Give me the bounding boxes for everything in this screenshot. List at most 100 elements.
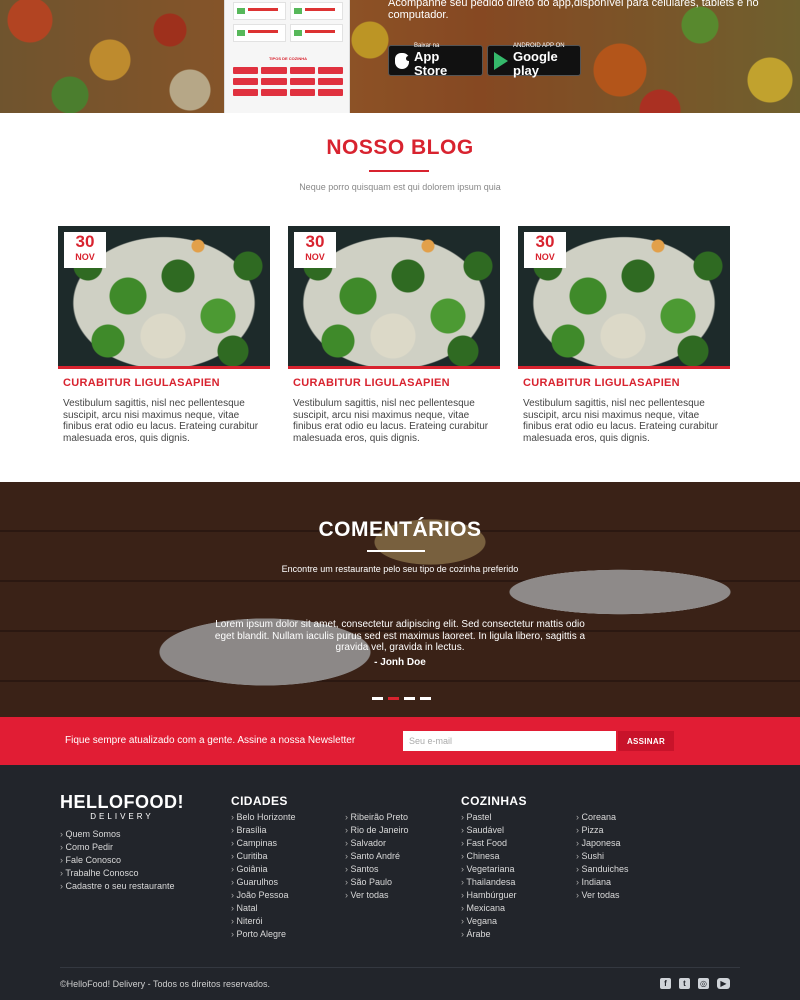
city-link[interactable]: Brasília [231, 824, 296, 837]
phone-tag [261, 89, 287, 96]
testimonials-title: COMENTÁRIOS [318, 518, 482, 541]
cuisines-list-2: Coreana Pizza Japonesa Sushi Sanduiches … [576, 811, 629, 902]
date-day: 30 [75, 232, 95, 251]
carousel-dot[interactable] [420, 697, 431, 700]
blog-title: NOSSO BLOG [326, 136, 474, 159]
phone-tag [233, 78, 259, 85]
testimonial-author: - Jonh Doe [374, 657, 426, 668]
app-store-label: Baixar na App Store [414, 43, 476, 78]
instagram-icon[interactable]: ◎ [698, 978, 709, 989]
city-link[interactable]: Campinas [231, 837, 296, 850]
blog-post-excerpt: Vestibulum sagittis, nisl nec pellentesq… [293, 398, 489, 444]
testimonial-quote: Lorem ipsum dolor sit amet, consectetur … [214, 619, 586, 653]
facebook-icon[interactable]: f [660, 978, 671, 989]
phone-tag [317, 89, 343, 96]
footer-link[interactable]: Quem Somos [60, 828, 175, 841]
city-link[interactable]: Ribeirão Preto [345, 811, 409, 824]
carousel-dot-active[interactable] [388, 697, 399, 700]
blog-post-card[interactable]: 30 NOV CURABITUR LIGULASAPIEN Vestibulum… [518, 226, 730, 444]
google-play-label: ANDROID APP ON Google play [513, 43, 574, 78]
phone-mockup: TIPOS DE COZINHA [224, 0, 350, 113]
footer: HELLOFOOD! DELIVERY Quem Somos Como Pedi… [0, 765, 800, 1000]
cuisine-link[interactable]: Pizza [576, 824, 629, 837]
cuisine-link[interactable]: Árabe [461, 928, 517, 941]
footer-link[interactable]: Como Pedir [60, 841, 175, 854]
blog-post-title[interactable]: CURABITUR LIGULASAPIEN [58, 377, 270, 389]
google-play-button[interactable]: ANDROID APP ON Google play [487, 43, 581, 78]
blog-post-title[interactable]: CURABITUR LIGULASAPIEN [288, 377, 500, 389]
newsletter-bar: Fique sempre atualizado com a gente. Ass… [0, 717, 800, 765]
footer-divider [60, 967, 740, 968]
city-link[interactable]: Belo Horizonte [231, 811, 296, 824]
cuisines-heading: COZINHAS [461, 794, 527, 808]
cities-heading: CIDADES [231, 794, 288, 808]
cuisine-link[interactable]: Coreana [576, 811, 629, 824]
cuisine-link[interactable]: Fast Food [461, 837, 517, 850]
blog-post-title[interactable]: CURABITUR LIGULASAPIEN [518, 377, 730, 389]
cuisine-link[interactable]: Thailandesa [461, 876, 517, 889]
cuisine-link[interactable]: Sanduiches [576, 863, 629, 876]
city-link[interactable]: Goiânia [231, 863, 296, 876]
city-link[interactable]: Rio de Janeiro [345, 824, 409, 837]
cuisine-link[interactable]: Ver todas [576, 889, 629, 902]
city-link[interactable]: Guarulhos [231, 876, 296, 889]
phone-tag [289, 78, 315, 85]
carousel-dot[interactable] [372, 697, 383, 700]
city-link[interactable]: São Paulo [345, 876, 409, 889]
phone-cuisine-tags [233, 67, 343, 96]
city-link[interactable]: Ver todas [345, 889, 409, 902]
city-link[interactable]: João Pessoa [231, 889, 296, 902]
blog-post-card[interactable]: 30 NOV CURABITUR LIGULASAPIEN Vestibulum… [288, 226, 500, 444]
newsletter-email-input[interactable] [403, 731, 616, 751]
google-play-big-text: Google play [513, 49, 558, 78]
blog-post-image[interactable]: 30 NOV [288, 226, 500, 369]
app-tagline: Acompanhe seu pedido direto do app,dispo… [388, 0, 759, 21]
footer-link[interactable]: Cadastre o seu restaurante [60, 880, 175, 893]
blog-post-card[interactable]: 30 NOV CURABITUR LIGULASAPIEN Vestibulum… [58, 226, 270, 444]
cuisine-link[interactable]: Pastel [461, 811, 517, 824]
app-store-button[interactable]: Baixar na App Store [388, 43, 483, 78]
phone-restaurant-cards [233, 2, 343, 42]
apple-icon [395, 52, 411, 69]
date-month: NOV [305, 252, 325, 262]
cuisine-link[interactable]: Vegana [461, 915, 517, 928]
footer-link[interactable]: Trabalhe Conosco [60, 867, 175, 880]
cuisine-link[interactable]: Hambúrguer [461, 889, 517, 902]
logo-main-text: HELLOFOOD! [60, 792, 184, 812]
cuisine-link[interactable]: Vegetariana [461, 863, 517, 876]
city-link[interactable]: Porto Alegre [231, 928, 296, 941]
cuisine-link[interactable]: Mexicana [461, 902, 517, 915]
city-link[interactable]: Santos [345, 863, 409, 876]
social-links: f t ◎ ▶ [660, 978, 730, 989]
phone-tag [261, 67, 287, 74]
city-link[interactable]: Santo André [345, 850, 409, 863]
carousel-dots [372, 697, 431, 700]
blog-post-image[interactable]: 30 NOV [58, 226, 270, 369]
cuisine-link[interactable]: Chinesa [461, 850, 517, 863]
youtube-icon[interactable]: ▶ [717, 978, 730, 989]
carousel-dot[interactable] [404, 697, 415, 700]
city-link[interactable]: Salvador [345, 837, 409, 850]
twitter-icon[interactable]: t [679, 978, 690, 989]
blog-subtitle: Neque porro quisquam est qui dolorem ips… [299, 182, 501, 192]
newsletter-subscribe-button[interactable]: ASSINAR [618, 731, 674, 751]
footer-logo[interactable]: HELLOFOOD! DELIVERY [60, 793, 184, 821]
phone-card [233, 2, 286, 20]
phone-card [290, 24, 343, 42]
city-link[interactable]: Niterói [231, 915, 296, 928]
blog-post-image[interactable]: 30 NOV [518, 226, 730, 369]
date-day: 30 [535, 232, 555, 251]
footer-link[interactable]: Fale Conosco [60, 854, 175, 867]
cuisine-link[interactable]: Saudável [461, 824, 517, 837]
testimonials-divider [367, 550, 425, 552]
phone-tag [317, 67, 343, 74]
city-link[interactable]: Natal [231, 902, 296, 915]
phone-section-title: TIPOS DE COZINHA [268, 56, 307, 61]
cuisine-link[interactable]: Indiana [576, 876, 629, 889]
cuisine-link[interactable]: Sushi [576, 850, 629, 863]
cuisine-link[interactable]: Japonesa [576, 837, 629, 850]
cuisines-list-1: Pastel Saudável Fast Food Chinesa Vegeta… [461, 811, 517, 941]
phone-tag [317, 78, 343, 85]
city-link[interactable]: Curitiba [231, 850, 296, 863]
app-promo-banner: TIPOS DE COZINHA Acompanhe seu pedido di… [0, 0, 800, 113]
